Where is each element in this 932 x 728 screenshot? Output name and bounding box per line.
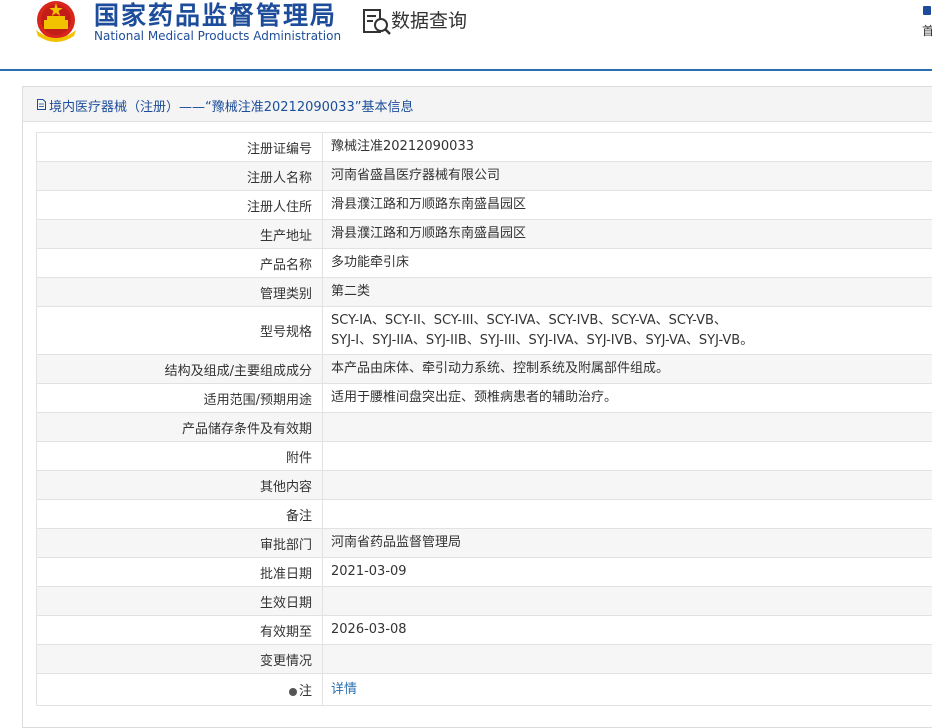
row-value <box>323 471 932 500</box>
table-row: 注 详情 <box>37 674 932 706</box>
details-link[interactable]: 详情 <box>331 682 357 697</box>
row-label: 有效期至 <box>37 616 323 645</box>
table-row: 审批部门 河南省药品监督管理局 <box>37 529 932 558</box>
table-row: 变更情况 <box>37 645 932 674</box>
document-icon <box>37 99 46 110</box>
row-label: 批准日期 <box>37 558 323 587</box>
table-row: 产品名称 多功能牵引床 <box>37 249 932 278</box>
row-label: 结构及组成/主要组成成分 <box>37 355 323 384</box>
row-value: 滑县濮江路和万顺路东南盛昌园区 <box>323 191 932 220</box>
data-query-icon <box>362 8 392 36</box>
table-row: 生产地址 滑县濮江路和万顺路东南盛昌园区 <box>37 220 932 249</box>
model-spec-line-1: SCY-IA、SCY-II、SCY-III、SCY-IVA、SCY-IVB、SC… <box>331 311 932 331</box>
table-row: 其他内容 <box>37 471 932 500</box>
table-row: 注册人住所 滑县濮江路和万顺路东南盛昌园区 <box>37 191 932 220</box>
home-icon[interactable] <box>923 6 931 15</box>
registration-info-table: 注册证编号 豫械注准20212090033 注册人名称 河南省盛昌医疗器械有限公… <box>36 132 932 706</box>
row-value <box>323 413 932 442</box>
table-row: 结构及组成/主要组成成分 本产品由床体、牵引动力系统、控制系统及附属部件组成。 <box>37 355 932 384</box>
header-divider <box>0 69 932 71</box>
national-emblem-icon <box>30 0 82 44</box>
site-logo-chinese[interactable]: 国家药品监督管理局 <box>94 0 337 32</box>
row-label: 生产地址 <box>37 220 323 249</box>
row-value <box>323 442 932 471</box>
note-label: 注 <box>299 684 312 699</box>
row-value: 河南省药品监督管理局 <box>323 529 932 558</box>
table-row: 产品储存条件及有效期 <box>37 413 932 442</box>
site-header: 国家药品监督管理局 National Medical Products Admi… <box>0 0 932 72</box>
row-label: 生效日期 <box>37 587 323 616</box>
row-value <box>323 587 932 616</box>
row-label: 注册人名称 <box>37 162 323 191</box>
table-row: 型号规格 SCY-IA、SCY-II、SCY-III、SCY-IVA、SCY-I… <box>37 307 932 355</box>
row-label: 注 <box>37 674 323 706</box>
row-value: 多功能牵引床 <box>323 249 932 278</box>
row-value: 2021-03-09 <box>323 558 932 587</box>
site-logo-english[interactable]: National Medical Products Administration <box>94 29 341 43</box>
row-label: 审批部门 <box>37 529 323 558</box>
row-value: SCY-IA、SCY-II、SCY-III、SCY-IVA、SCY-IVB、SC… <box>323 307 932 355</box>
panel-title: 境内医疗器械（注册）——“豫械注准20212090033”基本信息 <box>49 96 413 115</box>
row-value: 第二类 <box>323 278 932 307</box>
row-label: 产品名称 <box>37 249 323 278</box>
table-row: 附件 <box>37 442 932 471</box>
home-link[interactable]: 首 <box>922 22 932 39</box>
table-row: 生效日期 <box>37 587 932 616</box>
row-value: 适用于腰椎间盘突出症、颈椎病患者的辅助治疗。 <box>323 384 932 413</box>
panel-header: 境内医疗器械（注册）——“豫械注准20212090033”基本信息 <box>23 87 932 122</box>
row-label: 管理类别 <box>37 278 323 307</box>
row-label: 备注 <box>37 500 323 529</box>
row-label: 注册证编号 <box>37 133 323 162</box>
table-row: 备注 <box>37 500 932 529</box>
row-label: 其他内容 <box>37 471 323 500</box>
row-label: 产品储存条件及有效期 <box>37 413 323 442</box>
row-label: 型号规格 <box>37 307 323 355</box>
row-label: 适用范围/预期用途 <box>37 384 323 413</box>
row-value: 本产品由床体、牵引动力系统、控制系统及附属部件组成。 <box>323 355 932 384</box>
row-value: 滑县濮江路和万顺路东南盛昌园区 <box>323 220 932 249</box>
model-spec-line-2: SYJ-I、SYJ-IIA、SYJ-IIB、SYJ-III、SYJ-IVA、SY… <box>331 331 932 351</box>
table-row: 批准日期 2021-03-09 <box>37 558 932 587</box>
table-row: 注册人名称 河南省盛昌医疗器械有限公司 <box>37 162 932 191</box>
row-value: 2026-03-08 <box>323 616 932 645</box>
info-dot-icon <box>289 688 297 696</box>
row-value <box>323 500 932 529</box>
table-row: 适用范围/预期用途 适用于腰椎间盘突出症、颈椎病患者的辅助治疗。 <box>37 384 932 413</box>
table-row: 有效期至 2026-03-08 <box>37 616 932 645</box>
row-label: 附件 <box>37 442 323 471</box>
row-value: 河南省盛昌医疗器械有限公司 <box>323 162 932 191</box>
table-row: 管理类别 第二类 <box>37 278 932 307</box>
row-value: 详情 <box>323 674 932 706</box>
row-label: 注册人住所 <box>37 191 323 220</box>
row-value: 豫械注准20212090033 <box>323 133 932 162</box>
row-label: 变更情况 <box>37 645 323 674</box>
data-query-title: 数据查询 <box>391 6 467 33</box>
table-row: 注册证编号 豫械注准20212090033 <box>37 133 932 162</box>
row-value <box>323 645 932 674</box>
